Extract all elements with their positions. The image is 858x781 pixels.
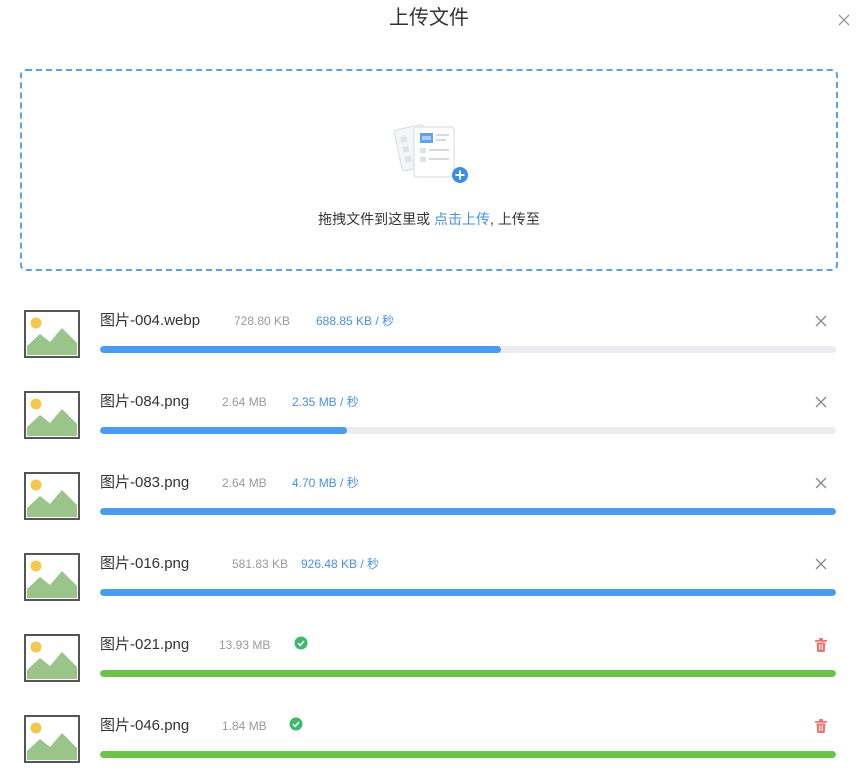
file-size: 728.80 KB — [234, 314, 291, 328]
image-thumbnail-icon — [24, 553, 80, 601]
cancel-upload-close-icon[interactable] — [812, 312, 830, 330]
drop-zone-text: 拖拽文件到这里或 点击上传, 上传至 — [22, 210, 836, 228]
file-size: 2.64 MB — [222, 395, 267, 409]
check-circle-icon — [294, 636, 308, 650]
file-item: 图片-016.png 581.83 KB 926.48 KB / 秒 — [0, 543, 858, 613]
image-thumbnail-icon — [24, 715, 80, 763]
dialog-title: 上传文件 — [389, 7, 469, 29]
delete-trash-icon[interactable] — [812, 717, 830, 735]
progress-fill — [100, 670, 836, 677]
upload-speed: 2.35 MB / 秒 — [292, 395, 359, 409]
progress-bar — [100, 346, 836, 353]
drop-zone-hint: 拖拽文件到这里或 — [318, 211, 435, 227]
image-thumbnail-icon — [24, 472, 80, 520]
image-thumbnail-icon — [24, 391, 80, 439]
drop-zone[interactable]: 拖拽文件到这里或 点击上传, 上传至 — [20, 69, 838, 271]
upload-speed: 688.85 KB / 秒 — [316, 314, 395, 328]
progress-fill — [100, 589, 836, 596]
file-item: 图片-084.png 2.64 MB 2.35 MB / 秒 — [0, 381, 858, 451]
progress-fill — [100, 346, 502, 353]
progress-bar — [100, 670, 836, 677]
progress-fill — [100, 751, 836, 758]
progress-bar — [100, 751, 836, 758]
file-name: 图片-021.png — [100, 636, 190, 653]
progress-fill — [100, 508, 836, 515]
file-item: 图片-021.png 13.93 MB — [0, 624, 858, 694]
file-item: 图片-046.png 1.84 MB — [0, 705, 858, 775]
file-name: 图片-004.webp — [100, 312, 201, 329]
file-item: 图片-083.png 2.64 MB 4.70 MB / 秒 — [0, 462, 858, 532]
file-name: 图片-046.png — [100, 717, 190, 734]
file-name: 图片-084.png — [100, 393, 190, 410]
file-size: 2.64 MB — [222, 476, 267, 490]
cancel-upload-close-icon[interactable] — [812, 474, 830, 492]
progress-bar — [100, 508, 836, 515]
file-size: 581.83 KB — [232, 557, 289, 571]
upload-speed: 4.70 MB / 秒 — [292, 476, 359, 490]
file-name: 图片-016.png — [100, 555, 190, 572]
click-upload-link[interactable]: 点击上传 — [434, 211, 490, 227]
file-item: 图片-004.webp 728.80 KB 688.85 KB / 秒 — [0, 300, 858, 370]
drop-zone-destination: , 上传至 — [490, 211, 540, 227]
check-circle-icon — [289, 717, 303, 731]
image-thumbnail-icon — [24, 310, 80, 358]
file-size: 1.84 MB — [222, 719, 267, 733]
image-thumbnail-icon — [24, 634, 80, 682]
delete-trash-icon[interactable] — [812, 636, 830, 654]
file-name: 图片-083.png — [100, 474, 190, 491]
cancel-upload-close-icon[interactable] — [812, 555, 830, 573]
close-icon[interactable] — [836, 12, 852, 28]
cancel-upload-close-icon[interactable] — [812, 393, 830, 411]
upload-speed: 926.48 KB / 秒 — [301, 557, 380, 571]
file-size: 13.93 MB — [219, 638, 271, 652]
progress-fill — [100, 427, 347, 434]
upload-files-icon — [392, 119, 472, 189]
progress-bar — [100, 427, 836, 434]
progress-bar — [100, 589, 836, 596]
